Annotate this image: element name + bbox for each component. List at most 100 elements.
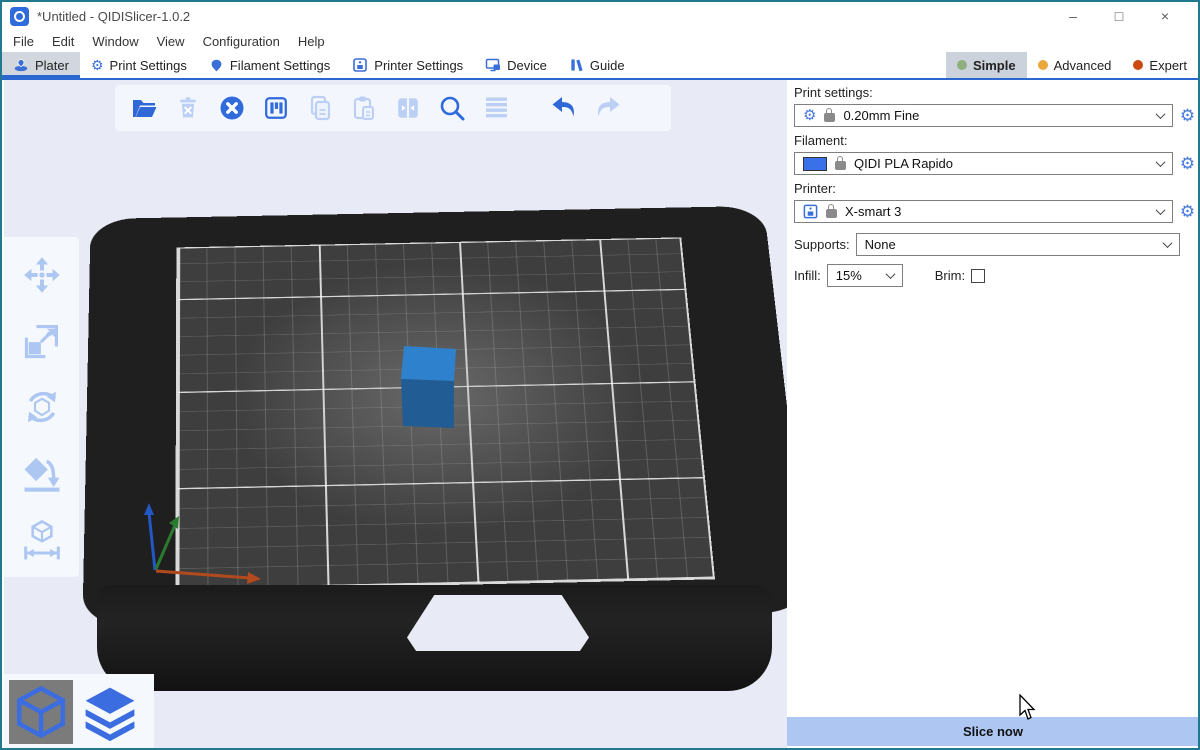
tab-label: Print Settings xyxy=(110,58,187,73)
measure-tool-button[interactable] xyxy=(20,517,64,561)
edit-filament-button[interactable]: ⚙ xyxy=(1178,155,1197,172)
plater-icon xyxy=(13,57,29,73)
edit-printer-button[interactable]: ⚙ xyxy=(1178,203,1197,220)
printer-combo[interactable]: X-smart 3 xyxy=(794,200,1173,223)
close-button[interactable]: × xyxy=(1142,3,1188,29)
paste-icon xyxy=(349,93,379,123)
edit-print-settings-button[interactable]: ⚙ xyxy=(1178,107,1197,124)
supports-combo[interactable]: None xyxy=(856,233,1180,256)
expert-dot-icon xyxy=(1133,60,1143,70)
supports-value: None xyxy=(865,237,896,252)
layers-view-icon xyxy=(80,682,140,742)
print-settings-combo[interactable]: ⚙ 0.20mm Fine xyxy=(794,104,1173,127)
split-objects-icon xyxy=(394,94,422,122)
infill-combo[interactable]: 15% xyxy=(827,264,903,287)
mode-label: Advanced xyxy=(1054,58,1112,73)
tab-label: Device xyxy=(507,58,547,73)
guide-icon xyxy=(569,57,584,73)
mode-selector: Simple Advanced Expert xyxy=(946,52,1198,78)
delete-all-button[interactable] xyxy=(215,91,249,125)
slice-now-button[interactable]: Slice now xyxy=(787,717,1199,746)
infill-label: Infill: xyxy=(794,268,821,283)
object-manipulation-toolbar xyxy=(4,237,79,577)
search-button[interactable] xyxy=(435,91,469,125)
mode-advanced[interactable]: Advanced xyxy=(1027,52,1123,78)
tab-plater[interactable]: Plater xyxy=(2,52,80,78)
chevron-down-icon xyxy=(1163,238,1173,248)
lock-icon xyxy=(824,113,835,122)
print-bed-handle xyxy=(407,595,589,651)
menu-window[interactable]: Window xyxy=(83,34,147,49)
minimize-button[interactable]: – xyxy=(1050,3,1096,29)
print-settings-value: 0.20mm Fine xyxy=(843,108,919,123)
delete-icon xyxy=(174,94,202,122)
redo-icon xyxy=(592,93,624,123)
gear-icon: ⚙ xyxy=(91,58,104,72)
filament-value: QIDI PLA Rapido xyxy=(854,156,953,171)
delete-button[interactable] xyxy=(171,91,205,125)
3d-view-button[interactable] xyxy=(9,680,73,744)
mode-simple[interactable]: Simple xyxy=(946,52,1027,78)
mode-label: Simple xyxy=(973,58,1016,73)
window-title: *Untitled - QIDISlicer-1.0.2 xyxy=(37,9,190,24)
infill-value: 15% xyxy=(836,268,862,283)
printer-label: Printer: xyxy=(794,181,1200,197)
preview-layers-button[interactable] xyxy=(78,680,142,744)
open-button[interactable] xyxy=(127,91,161,125)
variable-layer-height-button[interactable] xyxy=(479,91,513,125)
settings-panel: Print settings: ⚙ 0.20mm Fine ⚙ Filament… xyxy=(787,80,1200,750)
device-icon xyxy=(485,57,501,73)
paste-button[interactable] xyxy=(347,91,381,125)
mouse-cursor xyxy=(1018,694,1038,722)
undo-icon xyxy=(548,93,580,123)
menu-file[interactable]: File xyxy=(4,34,43,49)
print-settings-label: Print settings: xyxy=(794,85,1200,101)
open-folder-icon xyxy=(129,93,159,123)
maximize-button[interactable]: □ xyxy=(1096,3,1142,29)
rotate-tool-button[interactable] xyxy=(20,385,64,429)
model-object-cube[interactable] xyxy=(400,343,458,429)
filament-icon xyxy=(209,58,224,73)
search-icon xyxy=(437,93,467,123)
lock-icon xyxy=(826,209,837,218)
tab-guide[interactable]: Guide xyxy=(558,52,636,78)
move-icon xyxy=(22,255,62,295)
tab-filament-settings[interactable]: Filament Settings xyxy=(198,52,341,78)
view-switcher xyxy=(4,674,154,750)
app-window: *Untitled - QIDISlicer-1.0.2 – □ × File … xyxy=(0,0,1200,750)
menu-edit[interactable]: Edit xyxy=(43,34,83,49)
tab-label: Printer Settings xyxy=(374,58,463,73)
filament-combo[interactable]: QIDI PLA Rapido xyxy=(794,152,1173,175)
viewport-3d[interactable] xyxy=(4,80,787,750)
tab-print-settings[interactable]: ⚙ Print Settings xyxy=(80,52,198,78)
app-logo-icon xyxy=(10,7,29,26)
scale-icon xyxy=(22,321,62,361)
supports-label: Supports: xyxy=(794,237,850,252)
mode-expert[interactable]: Expert xyxy=(1122,52,1198,78)
chevron-down-icon xyxy=(1156,109,1166,119)
brim-checkbox[interactable] xyxy=(971,269,985,283)
filament-label: Filament: xyxy=(794,133,1200,149)
tab-device[interactable]: Device xyxy=(474,52,558,78)
tab-printer-settings[interactable]: Printer Settings xyxy=(341,52,474,78)
move-tool-button[interactable] xyxy=(20,253,64,297)
copy-button[interactable] xyxy=(303,91,337,125)
measure-icon xyxy=(21,518,63,560)
brim-label: Brim: xyxy=(935,268,965,283)
arrange-button[interactable] xyxy=(259,91,293,125)
menu-view[interactable]: View xyxy=(148,34,194,49)
menubar: File Edit Window View Configuration Help xyxy=(2,30,1198,52)
menu-help[interactable]: Help xyxy=(289,34,334,49)
scale-tool-button[interactable] xyxy=(20,319,64,363)
chevron-down-icon xyxy=(1156,157,1166,167)
undo-button[interactable] xyxy=(547,91,581,125)
place-on-face-tool-button[interactable] xyxy=(20,451,64,495)
menu-configuration[interactable]: Configuration xyxy=(194,34,289,49)
arrange-icon xyxy=(262,94,290,122)
gear-icon: ⚙ xyxy=(803,108,816,123)
redo-button[interactable] xyxy=(591,91,625,125)
split-objects-button[interactable] xyxy=(391,91,425,125)
chevron-down-icon xyxy=(885,269,895,279)
tabbar: Plater ⚙ Print Settings Filament Setting… xyxy=(2,52,1198,80)
filament-color-swatch xyxy=(803,157,827,171)
